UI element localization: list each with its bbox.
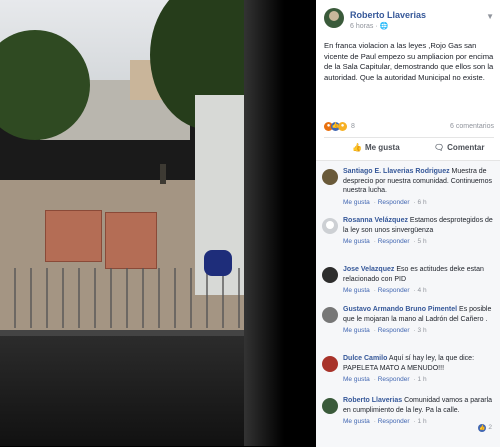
comment-body: Jose Velazquez Eso es actitudes deke est… <box>343 265 493 296</box>
author-avatar[interactable] <box>324 8 344 28</box>
comment-reply-link[interactable]: Responder <box>378 199 410 206</box>
comment-like-link[interactable]: Me gusta <box>343 238 370 245</box>
like-button[interactable]: 👍 Me gusta <box>352 143 400 152</box>
commenter-name[interactable]: Rosanna Velázquez <box>343 217 408 224</box>
comment-like-count: 2 <box>488 424 492 431</box>
comment-like-link[interactable]: Me gusta <box>343 418 370 425</box>
cement-bags <box>105 212 157 269</box>
comment-time[interactable]: 6 h <box>418 199 427 206</box>
comments-count[interactable]: 6 comentarios <box>450 123 494 130</box>
comment-body: Dulce Camilo Aquí sí hay ley, la que dic… <box>343 354 493 385</box>
commenter-avatar[interactable] <box>322 398 338 414</box>
thumbs-up-icon: 👍 <box>352 143 362 152</box>
comment-like-badge[interactable]: 👍 2 <box>478 424 492 432</box>
commenter-name[interactable]: Santiago E. Llaverias Rodriguez <box>343 168 450 175</box>
comment-footer: Me gusta · Responder · 3 h <box>343 327 427 334</box>
window-edge <box>244 0 284 446</box>
reaction-count: 8 <box>350 123 355 130</box>
comment-icon: 🗨 <box>434 143 445 152</box>
commenter-name[interactable]: Dulce Camilo <box>343 355 387 362</box>
chevron-down-icon[interactable]: ▼ <box>486 12 494 21</box>
thumbs-up-icon: 👍 <box>478 424 487 432</box>
comment-reply-link[interactable]: Responder <box>378 327 410 334</box>
commenter-avatar[interactable] <box>322 169 338 185</box>
comment-time[interactable]: 4 h <box>418 287 427 294</box>
comment-like-link[interactable]: Me gusta <box>343 376 370 383</box>
comment-reply-link[interactable]: Responder <box>378 287 410 294</box>
window-frame <box>0 330 284 446</box>
photo-person <box>204 250 232 276</box>
comment-like-link[interactable]: Me gusta <box>343 287 370 294</box>
window-rail <box>0 330 284 336</box>
commenter-name[interactable]: Jose Velazquez <box>343 266 394 273</box>
reactions-bar[interactable]: ●👍● 8 6 comentarios <box>324 122 494 134</box>
comment-body: Rosanna Velázquez Estamos desprotegidos … <box>343 216 493 247</box>
globe-icon: · 🌐 <box>375 23 389 30</box>
cement-bags <box>45 210 102 262</box>
commenter-avatar[interactable] <box>322 218 338 234</box>
comment-body: Santiago E. Llaverias Rodriguez Muestra … <box>343 167 493 207</box>
commenter-avatar[interactable] <box>322 307 338 323</box>
comment-time[interactable]: 1 h <box>418 376 427 383</box>
comment-button[interactable]: 🗨 Comentar <box>434 143 485 152</box>
comment-footer: Me gusta · Responder · 4 h <box>343 287 427 294</box>
wow-reaction-icon: ● <box>338 122 347 131</box>
commenter-name[interactable]: Roberto Llaverias <box>343 397 402 404</box>
photo-worker <box>160 164 166 184</box>
post-time[interactable]: 6 horas <box>350 23 373 30</box>
photo-fence <box>0 268 240 328</box>
comment-button-label: Comentar <box>447 143 485 152</box>
commenter-name[interactable]: Gustavo Armando Bruno Pimentel <box>343 306 457 313</box>
comments-section: Santiago E. Llaverias Rodriguez Muestra … <box>316 160 500 447</box>
comment-footer: Me gusta · Responder · 1 h <box>343 418 427 425</box>
comment-time[interactable]: 1 h <box>418 418 427 425</box>
like-button-label: Me gusta <box>364 143 400 152</box>
comment-like-link[interactable]: Me gusta <box>343 199 370 206</box>
comment-reply-link[interactable]: Responder <box>378 418 410 425</box>
commenter-avatar[interactable] <box>322 267 338 283</box>
comment-footer: Me gusta · Responder · 5 h <box>343 238 427 245</box>
comment-like-link[interactable]: Me gusta <box>343 327 370 334</box>
post-header: Roberto Llaverias 6 horas · 🌐 ▼ <box>324 8 494 34</box>
comment-body: Gustavo Armando Bruno Pimentel Es posibl… <box>343 305 493 336</box>
comment-footer: Me gusta · Responder · 1 h <box>343 376 427 383</box>
post-meta: 6 horas · 🌐 <box>350 22 388 30</box>
post-photo[interactable] <box>0 0 284 446</box>
author-name[interactable]: Roberto Llaverias <box>350 10 426 20</box>
photo-viewer-gap <box>284 0 316 446</box>
commenter-avatar[interactable] <box>322 356 338 372</box>
comment-footer: Me gusta · Responder · 6 h <box>343 198 427 206</box>
post-actions: 👍 Me gusta 🗨 Comentar <box>324 137 494 160</box>
comment-reply-link[interactable]: Responder <box>378 238 410 245</box>
comment-body: Roberto Llaverias Comunidad vamos a para… <box>343 396 493 427</box>
post-panel: Roberto Llaverias 6 horas · 🌐 ▼ En franc… <box>316 0 500 447</box>
comment-time[interactable]: 3 h <box>418 327 427 334</box>
comment-reply-link[interactable]: Responder <box>378 376 410 383</box>
post-text: En franca violacion a las leyes ,Rojo Ga… <box>324 41 494 82</box>
comment-time[interactable]: 5 h <box>418 238 427 245</box>
